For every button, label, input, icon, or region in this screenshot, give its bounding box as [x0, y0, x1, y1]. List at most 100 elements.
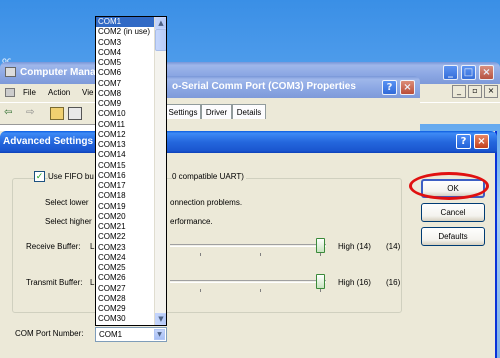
maximize-button[interactable]: □ — [461, 65, 476, 80]
close-button[interactable]: × — [479, 65, 494, 80]
com-port-option[interactable]: COM29 — [96, 304, 155, 314]
receive-tick — [260, 253, 261, 256]
mdi-close-icon[interactable]: × — [484, 85, 498, 98]
back-arrow-icon[interactable]: ⇦ — [4, 107, 12, 118]
com-port-option[interactable]: COM3 — [96, 38, 155, 48]
com-port-option[interactable]: COM15 — [96, 161, 155, 171]
com-port-selected: COM1 — [99, 330, 123, 339]
com-port-option[interactable]: COM6 — [96, 68, 155, 78]
com-port-option[interactable]: COM25 — [96, 263, 155, 273]
scroll-down-icon: ▼ — [158, 315, 164, 323]
fifo-checkbox-label-tail: 0 compatible UART) — [172, 172, 246, 181]
tab-details-label: Details — [236, 107, 262, 117]
tab-settings-label: Settings — [168, 107, 198, 117]
defaults-button-label: Defaults — [438, 232, 468, 241]
receive-tick — [320, 253, 321, 256]
com-port-option[interactable]: COM2 (in use) — [96, 27, 155, 37]
show-tree-icon[interactable] — [68, 107, 82, 120]
port-properties-titlebar: o-Serial Comm Port (COM3) Properties ? × — [150, 76, 420, 98]
tab-driver-label: Driver — [205, 107, 228, 117]
help-icon: ? — [460, 136, 467, 147]
chevron-down-icon[interactable]: ▼ — [154, 329, 165, 340]
com-port-option[interactable]: COM12 — [96, 130, 155, 140]
com-port-option[interactable]: COM26 — [96, 273, 155, 283]
scroll-up-icon: ▲ — [158, 19, 164, 27]
menu-file-icon — [5, 88, 15, 97]
receive-slider-thumb[interactable] — [316, 238, 325, 253]
com-port-option[interactable]: COM4 — [96, 48, 155, 58]
com-port-option[interactable]: COM28 — [96, 294, 155, 304]
com-port-option[interactable]: COM21 — [96, 222, 155, 232]
computer-management-icon — [5, 67, 16, 77]
ok-highlight-ellipse — [409, 172, 489, 200]
maximize-icon: □ — [463, 67, 474, 78]
com-port-option[interactable]: COM27 — [96, 284, 155, 294]
com-port-option[interactable]: COM7 — [96, 79, 155, 89]
up-folder-icon[interactable] — [50, 107, 64, 120]
com-port-option[interactable]: COM1 — [96, 17, 155, 28]
receive-buffer-label: Receive Buffer: — [26, 242, 81, 251]
receive-slider-track — [170, 244, 326, 247]
com-port-option[interactable]: COM13 — [96, 140, 155, 150]
advanced-settings-dialog: Advanced Settings f ? × ✓ Use FIFO bu 0 … — [0, 131, 497, 358]
mdi-controls: _ ▫ × — [452, 84, 500, 100]
tab-driver[interactable]: Driver — [201, 104, 232, 119]
tab-details[interactable]: Details — [232, 104, 266, 119]
cancel-button-label: Cancel — [440, 208, 466, 217]
com-port-option[interactable]: COM10 — [96, 109, 155, 119]
transmit-buffer-slider[interactable] — [170, 271, 330, 293]
cancel-button[interactable]: Cancel — [421, 203, 485, 222]
com-port-option[interactable]: COM30 — [96, 314, 155, 324]
menu-view[interactable]: Vie — [82, 88, 93, 97]
com-port-option[interactable]: COM8 — [96, 89, 155, 99]
com-port-options: COM1 COM2 (in use) COM3 COM4 COM5 COM6 COM7 COM… — [96, 17, 155, 325]
com-port-option[interactable]: COM20 — [96, 212, 155, 222]
com-port-option[interactable]: COM5 — [96, 58, 155, 68]
close-icon: × — [482, 67, 491, 78]
scroll-thumb[interactable] — [155, 29, 166, 51]
com-port-option[interactable]: COM22 — [96, 232, 155, 242]
transmit-slider-thumb[interactable] — [316, 274, 325, 289]
port-close-button[interactable]: × — [400, 80, 415, 95]
advanced-settings-titlebar: Advanced Settings f — [0, 131, 497, 153]
port-properties-title: o-Serial Comm Port (COM3) Properties — [172, 81, 356, 92]
com-port-option[interactable]: COM24 — [96, 253, 155, 263]
com-port-option[interactable]: COM16 — [96, 171, 155, 181]
port-help-button[interactable]: ? — [382, 80, 397, 95]
receive-buffer-slider[interactable] — [170, 235, 330, 257]
minimize-button[interactable]: _ — [443, 65, 458, 80]
tab-settings[interactable]: Settings — [165, 104, 201, 119]
transmit-high-label: High (16) — [338, 278, 371, 287]
com-port-option[interactable]: COM18 — [96, 191, 155, 201]
menu-action[interactable]: Action — [48, 88, 70, 97]
computer-management-title: Computer Mana — [20, 67, 96, 78]
scroll-down-button[interactable]: ▼ — [155, 313, 166, 325]
help-button[interactable]: ? — [456, 134, 471, 149]
com-port-option[interactable]: COM9 — [96, 99, 155, 109]
hint-higher: Select higher — [45, 217, 92, 226]
dialog-close-icon: × — [477, 136, 486, 147]
com-port-option[interactable]: COM23 — [96, 243, 155, 253]
com-port-option[interactable]: COM17 — [96, 181, 155, 191]
fifo-checkbox[interactable]: ✓ — [34, 171, 45, 182]
dropdown-scrollbar[interactable]: ▲ ▼ — [154, 17, 166, 325]
forward-arrow-icon[interactable]: ⇨ — [26, 107, 34, 118]
dialog-close-button[interactable]: × — [474, 134, 489, 149]
com-port-option[interactable]: COM19 — [96, 202, 155, 212]
com-port-dropdown-list[interactable]: COM1 COM2 (in use) COM3 COM4 COM5 COM6 COM7 COM… — [95, 16, 167, 326]
hint-lower: Select lower — [45, 198, 89, 207]
menu-file[interactable]: File — [23, 88, 36, 97]
defaults-button[interactable]: Defaults — [421, 227, 485, 246]
transmit-buffer-label: Transmit Buffer: — [26, 278, 83, 287]
advanced-settings-title: Advanced Settings f — [3, 136, 100, 147]
mdi-restore-icon[interactable]: ▫ — [468, 85, 482, 98]
com-port-option[interactable]: COM14 — [96, 150, 155, 160]
com-port-option[interactable]: COM11 — [96, 120, 155, 130]
scroll-up-button[interactable]: ▲ — [155, 17, 166, 29]
mdi-minimize-icon[interactable]: _ — [452, 85, 466, 98]
transmit-tick — [260, 289, 261, 292]
receive-value: (14) — [386, 242, 401, 251]
com-port-select[interactable]: COM1 ▼ — [95, 327, 167, 342]
com-port-label: COM Port Number: — [15, 329, 84, 338]
hint-higher-tail: erformance. — [170, 217, 213, 226]
